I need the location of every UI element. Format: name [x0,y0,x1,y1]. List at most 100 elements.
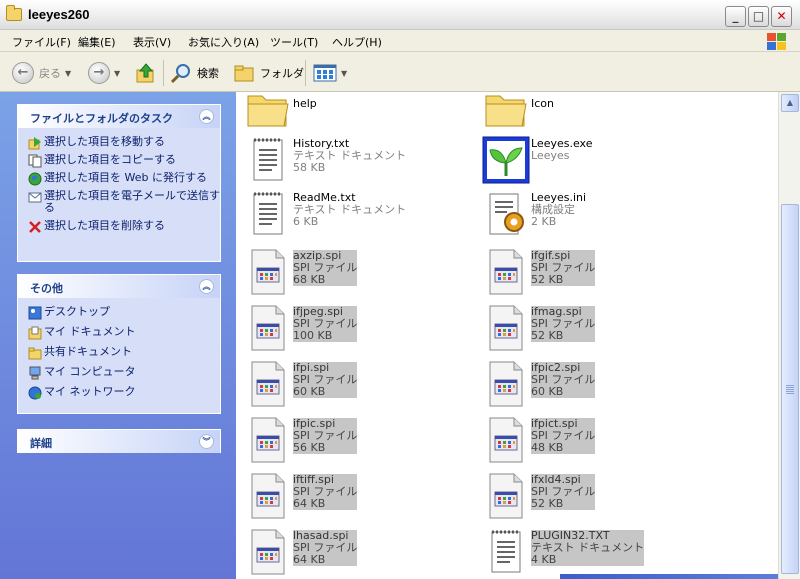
spi-file-icon [244,248,292,296]
menu-favorites[interactable]: お気に入り(A) [188,34,259,50]
task-delete[interactable]: 選択した項目を削除する [18,220,220,233]
file-item[interactable]: axzip.spi SPI ファイル 68 KB [236,248,476,300]
spi-file-icon [482,248,530,296]
menu-view[interactable]: 表示(V) [133,34,171,50]
file-label: History.txt テキスト ドキュメント 58 KB [293,138,406,174]
forward-arrow-icon: → [88,62,110,84]
file-label: Leeyes.exe Leeyes [531,138,593,162]
folders-button[interactable]: フォルダ [233,61,304,85]
details-panel: 詳細 ︾ [17,429,221,453]
file-item[interactable]: ifgif.spi SPI ファイル 52 KB [474,248,714,300]
collapse-icon[interactable]: ︽ [199,109,214,124]
spi-file-icon [244,472,292,520]
file-label: PLUGIN32.TXT テキスト ドキュメント 4 KB [531,530,645,566]
file-size: 48 KB [531,442,596,454]
place-my-computer[interactable]: マイ コンピュータ [18,366,220,380]
task-email[interactable]: 選択した項目を電子メールで送信する [18,190,220,214]
place-my-network[interactable]: マイ ネットワーク [18,386,220,400]
file-label: Leeyes.ini 構成設定 2 KB [531,192,586,228]
maximize-button[interactable]: □ [748,6,769,27]
scroll-thumb[interactable] [781,204,799,574]
back-button[interactable]: ← 戻る ▼ [12,61,71,85]
file-item[interactable]: lhasad.spi SPI ファイル 64 KB [236,528,476,579]
move-icon [28,137,41,150]
file-size: 56 KB [293,442,358,454]
toolbar: ← 戻る ▼ → ▼ 検索 フォルダ ▼ [0,52,800,92]
file-item[interactable]: help [236,92,476,138]
file-name: Icon [531,97,554,110]
delete-icon [29,221,41,233]
panel-header[interactable]: ファイルとフォルダのタスク ︽ [18,105,220,128]
file-item[interactable]: Icon [474,92,714,138]
panel-header[interactable]: その他 ︽ [18,275,220,298]
file-item[interactable]: ifjpeg.spi SPI ファイル 100 KB [236,304,476,356]
search-button[interactable]: 検索 [170,61,219,85]
place-my-documents[interactable]: マイ ドキュメント [18,326,220,340]
vertical-scrollbar[interactable]: ▲ [778,92,800,579]
task-copy[interactable]: 選択した項目をコピーする [18,154,220,168]
folders-icon [234,65,254,82]
file-item[interactable]: ifxld4.spi SPI ファイル 52 KB [474,472,714,524]
back-arrow-icon: ← [12,62,34,84]
text-document-icon [244,190,292,238]
spi-file-icon [482,304,530,352]
windows-logo-icon [762,31,790,51]
desktop-icon [28,306,42,320]
file-item[interactable]: PLUGIN32.TXT テキスト ドキュメント 4 KB [474,528,714,579]
forward-button[interactable]: → ▼ [88,61,120,85]
file-item[interactable]: ifpic.spi SPI ファイル 56 KB [236,416,476,468]
task-publish-web[interactable]: 選択した項目を Web に発行する [18,172,220,186]
file-item[interactable]: History.txt テキスト ドキュメント 58 KB [236,136,476,188]
menu-tools[interactable]: ツール(T) [270,34,318,50]
file-label: ifgif.spi SPI ファイル 52 KB [531,250,596,286]
file-size: 68 KB [293,274,358,286]
title-bar[interactable]: leeyes260 _ □ ✕ [0,0,800,30]
file-item[interactable]: ReadMe.txt テキスト ドキュメント 6 KB [236,190,476,242]
file-item[interactable]: ifpi.spi SPI ファイル 60 KB [236,360,476,412]
menu-file[interactable]: ファイル(F) [12,34,71,50]
scroll-up-button[interactable]: ▲ [781,94,799,112]
panel-header[interactable]: 詳細 ︾ [18,430,220,453]
file-list-view[interactable]: help Icon History.txt テキスト ドキュメント 58 KB Leeye… [236,92,778,579]
view-tiles-icon [313,64,337,82]
file-name: help [293,97,317,110]
views-button[interactable]: ▼ [313,61,347,85]
file-size: 52 KB [531,498,596,510]
collapse-icon[interactable]: ︽ [199,279,214,294]
file-size: 100 KB [293,330,358,342]
file-size: 64 KB [293,498,358,510]
copy-icon [28,154,42,168]
menu-help[interactable]: ヘルプ(H) [332,34,382,50]
menu-edit[interactable]: 編集(E) [78,34,116,50]
up-folder-button[interactable] [135,61,157,85]
file-label: ifpic2.spi SPI ファイル 60 KB [531,362,596,398]
minimize-button[interactable]: _ [725,6,746,27]
file-item[interactable]: ifmag.spi SPI ファイル 52 KB [474,304,714,356]
shared-folder-icon [28,347,42,360]
spi-file-icon [482,472,530,520]
place-shared-documents[interactable]: 共有ドキュメント [18,346,220,360]
spi-file-icon [244,360,292,408]
spi-file-icon [244,416,292,464]
file-label: ifpic.spi SPI ファイル 56 KB [293,418,358,454]
spi-file-icon [482,360,530,408]
expand-icon[interactable]: ︾ [199,434,214,449]
task-move[interactable]: 選択した項目を移動する [18,136,220,150]
task-pane: ファイルとフォルダのタスク ︽ 選択した項目を移動する 選択した項目をコピーする… [0,92,236,579]
leeyes-app-icon [482,136,530,184]
file-size: 6 KB [293,215,319,228]
chevron-down-icon: ▼ [341,68,348,78]
email-icon [28,192,42,203]
file-size: 60 KB [531,386,596,398]
up-folder-icon [136,63,154,83]
file-item[interactable]: ifpic2.spi SPI ファイル 60 KB [474,360,714,412]
spi-file-icon [244,528,292,576]
place-desktop[interactable]: デスクトップ [18,306,220,320]
close-button[interactable]: ✕ [771,6,792,27]
file-item[interactable]: ifpict.spi SPI ファイル 48 KB [474,416,714,468]
file-label: ifpi.spi SPI ファイル 60 KB [293,362,358,398]
file-item[interactable]: iftiff.spi SPI ファイル 64 KB [236,472,476,524]
file-item[interactable]: Leeyes.ini 構成設定 2 KB [474,190,714,242]
file-size: 60 KB [293,386,358,398]
file-item[interactable]: Leeyes.exe Leeyes [474,136,714,188]
